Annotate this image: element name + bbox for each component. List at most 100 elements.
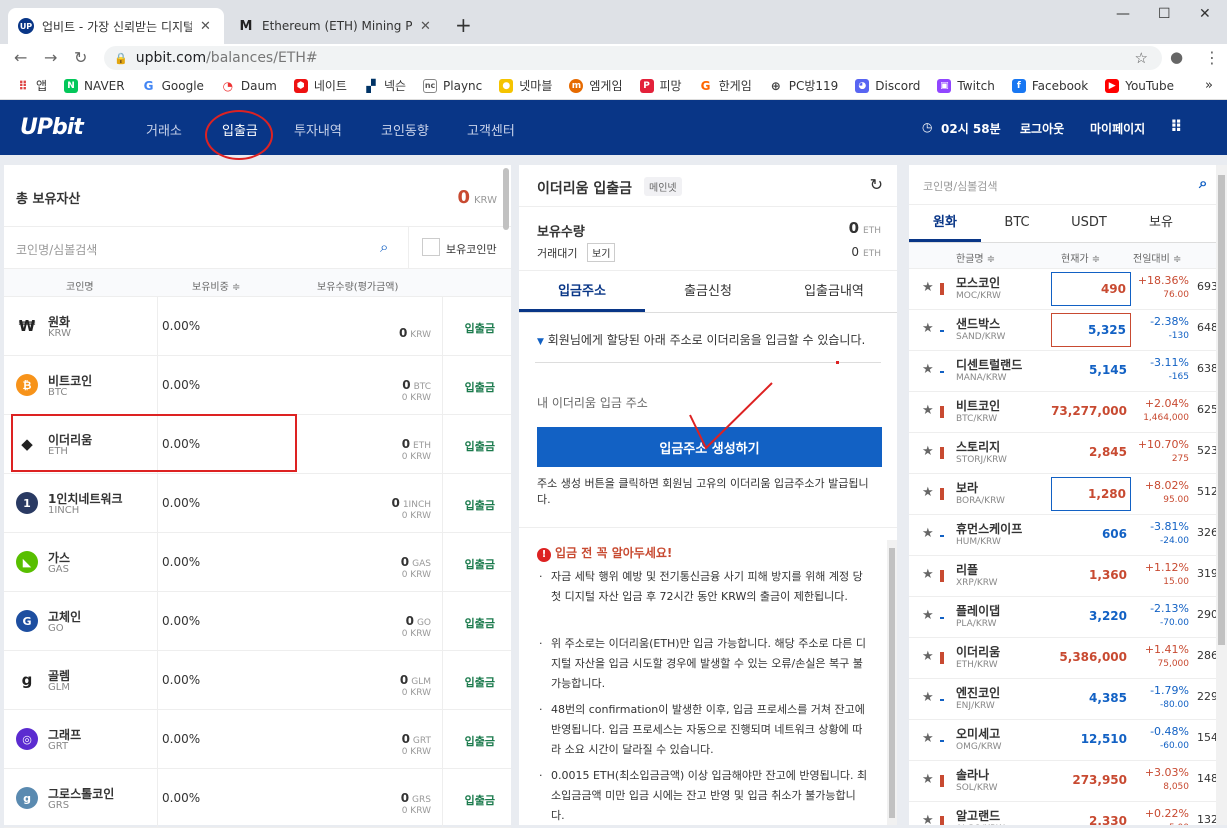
- bookmark-facebook[interactable]: f Facebook: [1011, 78, 1088, 93]
- market-row[interactable]: ★ 샌드박스 SAND/KRW 5,325 -2.38% -130 648: [909, 310, 1227, 351]
- favorite-star-icon[interactable]: ★: [922, 321, 934, 336]
- market-row[interactable]: ★ 모스코인 MOC/KRW 490 +18.36% 76.00 693: [909, 269, 1227, 310]
- bookmark-nate[interactable]: ⬢ 네이트: [293, 77, 347, 94]
- bookmark-pmang[interactable]: P 피망: [639, 77, 682, 94]
- new-tab-icon[interactable]: +: [455, 13, 472, 37]
- bookmark-netmarble[interactable]: ● 넷마블: [499, 77, 552, 94]
- close-icon[interactable]: ✕: [420, 19, 431, 34]
- market-row[interactable]: ★ 플레이댑 PLA/KRW 3,220 -2.13% -70.00 290: [909, 597, 1227, 638]
- market-row[interactable]: ★ 비트코인 BTC/KRW 73,277,000 +2.04% 1,464,0…: [909, 392, 1227, 433]
- bookmark-plaync[interactable]: nc Plaync: [423, 78, 482, 93]
- bookmark-hangame[interactable]: G 한게임: [699, 77, 752, 94]
- deposit-withdraw-link[interactable]: 입출금: [465, 379, 495, 395]
- own-only-checkbox[interactable]: [422, 238, 440, 256]
- browser-tab-upbit[interactable]: UP 업비트 - 가장 신뢰받는 디지털 자산 거래소 ✕: [8, 8, 224, 44]
- market-row[interactable]: ★ 알고랜드 ALGO/KRW 2,330 +0.22% 5.00 132: [909, 802, 1227, 825]
- search-input[interactable]: 코인명/심볼검색: [16, 241, 97, 258]
- favorite-star-icon[interactable]: ★: [922, 444, 934, 459]
- favorite-star-icon[interactable]: ★: [922, 403, 934, 418]
- favorite-star-icon[interactable]: ★: [922, 608, 934, 623]
- favorite-star-icon[interactable]: ★: [922, 690, 934, 705]
- holding-row[interactable]: ◎ 그래프 GRT 0.00% 0 GRT 0 KRW 입출금: [4, 710, 511, 769]
- deposit-withdraw-link[interactable]: 입출금: [465, 497, 495, 513]
- favorite-star-icon[interactable]: ★: [922, 772, 934, 787]
- profile-icon[interactable]: ●: [1170, 48, 1183, 66]
- maximize-icon[interactable]: ☐: [1158, 6, 1171, 22]
- tab-deposit-address[interactable]: 입금주소: [519, 273, 645, 312]
- market-search-input[interactable]: 코인명/심볼검색: [923, 178, 998, 194]
- mypage-link[interactable]: 마이페이지: [1090, 120, 1145, 137]
- market-row[interactable]: ★ 리플 XRP/KRW 1,360 +1.12% 15.00 319: [909, 556, 1227, 597]
- tab-withdraw-request[interactable]: 출금신청: [645, 273, 771, 312]
- holding-row[interactable]: ◣ 가스 GAS 0.00% 0 GAS 0 KRW 입출금: [4, 533, 511, 592]
- browser-tab-mining[interactable]: M Ethereum (ETH) Mining Pool Hu... ✕: [228, 8, 446, 44]
- market-row[interactable]: ★ 디센트럴랜드 MANA/KRW 5,145 -3.11% -165 638: [909, 351, 1227, 392]
- favorite-star-icon[interactable]: ★: [922, 526, 934, 541]
- bookmark-youtube[interactable]: ▶ YouTube: [1105, 78, 1174, 93]
- market-row[interactable]: ★ 엔진코인 ENJ/KRW 4,385 -1.79% -80.00 229: [909, 679, 1227, 720]
- market-row[interactable]: ★ 보라 BORA/KRW 1,280 +8.02% 95.00 512: [909, 474, 1227, 515]
- market-row[interactable]: ★ 스토리지 STORJ/KRW 2,845 +10.70% 275 523: [909, 433, 1227, 474]
- holding-row[interactable]: ₩ 원화 KRW 0.00% 0 KRW 입출금: [4, 297, 511, 356]
- market-row[interactable]: ★ 솔라나 SOL/KRW 273,950 +3.03% 8,050 148: [909, 761, 1227, 802]
- favorite-star-icon[interactable]: ★: [922, 280, 934, 295]
- search-icon[interactable]: ⌕: [1199, 174, 1207, 192]
- search-icon[interactable]: ⌕: [380, 238, 388, 256]
- bookmark-pc119[interactable]: ⊕ PC방119: [769, 77, 839, 94]
- favorite-star-icon[interactable]: ★: [922, 362, 934, 377]
- deposit-withdraw-link[interactable]: 입출금: [465, 556, 495, 572]
- bookmark-daum[interactable]: ◔ Daum: [221, 79, 277, 93]
- holding-row[interactable]: ₿ 비트코인 BTC 0.00% 0 BTC 0 KRW 입출금: [4, 356, 511, 415]
- view-button[interactable]: 보기: [587, 243, 616, 262]
- tab-history[interactable]: 입출금내역: [771, 273, 897, 312]
- deposit-withdraw-link[interactable]: 입출금: [465, 733, 495, 749]
- url-input[interactable]: 🔒 upbit.com/balances/ETH# ☆: [104, 46, 1162, 70]
- bookmark-naver[interactable]: N NAVER: [64, 78, 125, 93]
- tab-owned[interactable]: 보유: [1125, 205, 1197, 242]
- favorite-star-icon[interactable]: ★: [922, 731, 934, 746]
- tab-usdt[interactable]: USDT: [1053, 205, 1125, 242]
- tab-krw[interactable]: 원화: [909, 205, 981, 242]
- reload-icon[interactable]: ↻: [74, 48, 87, 67]
- tab-btc[interactable]: BTC: [981, 205, 1053, 242]
- forward-icon[interactable]: →: [44, 48, 57, 67]
- nav-coin-trends[interactable]: 코인동향: [381, 120, 429, 139]
- market-row[interactable]: ★ 오미세고 OMG/KRW 12,510 -0.48% -60.00 154: [909, 720, 1227, 761]
- nav-investments[interactable]: 투자내역: [294, 120, 342, 139]
- deposit-withdraw-link[interactable]: 입출금: [465, 320, 495, 336]
- holding-row[interactable]: g 그로스톨코인 GRS 0.00% 0 GRS 0 KRW 입출금: [4, 769, 511, 828]
- back-icon[interactable]: ←: [14, 48, 27, 67]
- market-row[interactable]: ★ 휴먼스케이프 HUM/KRW 606 -3.81% -24.00 326: [909, 515, 1227, 556]
- market-row[interactable]: ★ 이더리움 ETH/KRW 5,386,000 +1.41% 75,000 2…: [909, 638, 1227, 679]
- grid-menu-icon[interactable]: ⠿: [1170, 117, 1183, 136]
- bookmark-star-icon[interactable]: ☆: [1135, 49, 1148, 67]
- close-window-icon[interactable]: ✕: [1199, 6, 1211, 22]
- logout-link[interactable]: 로그아웃: [1020, 120, 1064, 137]
- deposit-withdraw-link[interactable]: 입출금: [465, 615, 495, 631]
- bookmark-apps[interactable]: ⠿ 앱: [16, 77, 47, 94]
- refresh-icon[interactable]: ↻: [870, 175, 883, 194]
- holding-row[interactable]: G 고체인 GO 0.00% 0 GO 0 KRW 입출금: [4, 592, 511, 651]
- bookmark-twitch[interactable]: ▣ Twitch: [937, 78, 995, 93]
- more-bookmarks-icon[interactable]: »: [1205, 78, 1213, 93]
- scrollbar[interactable]: [1216, 165, 1227, 825]
- bookmark-discord[interactable]: ◕ Discord: [855, 78, 920, 93]
- scrollbar[interactable]: [503, 168, 509, 230]
- holding-row[interactable]: 1 1인치네트워크 1INCH 0.00% 0 1INCH 0 KRW 입출금: [4, 474, 511, 533]
- nav-support[interactable]: 고객센터: [467, 120, 515, 139]
- scrollbar[interactable]: [887, 540, 897, 825]
- close-icon[interactable]: ✕: [200, 19, 211, 34]
- deposit-withdraw-link[interactable]: 입출금: [465, 674, 495, 690]
- favorite-star-icon[interactable]: ★: [922, 649, 934, 664]
- favorite-star-icon[interactable]: ★: [922, 813, 934, 825]
- minimize-icon[interactable]: —: [1116, 6, 1130, 22]
- bookmark-google[interactable]: G Google: [142, 79, 204, 93]
- upbit-logo[interactable]: UPbit: [20, 115, 84, 140]
- bookmark-nexon[interactable]: ▞ 넥슨: [364, 77, 406, 94]
- nav-exchange[interactable]: 거래소: [146, 120, 182, 139]
- holding-row[interactable]: g 골렘 GLM 0.00% 0 GLM 0 KRW 입출금: [4, 651, 511, 710]
- deposit-withdraw-link[interactable]: 입출금: [465, 792, 495, 808]
- bookmark-mgame[interactable]: m 엠게임: [569, 77, 623, 94]
- favorite-star-icon[interactable]: ★: [922, 485, 934, 500]
- deposit-withdraw-link[interactable]: 입출금: [465, 438, 495, 454]
